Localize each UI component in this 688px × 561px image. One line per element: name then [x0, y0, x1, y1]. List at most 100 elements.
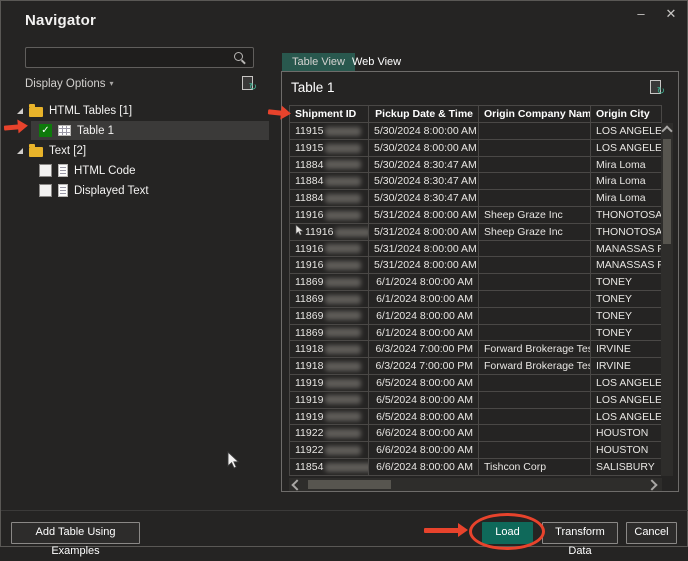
- table-cell: 6/3/2024 7:00:00 PM: [369, 341, 479, 358]
- table-row: 118696/1/2024 8:00:00 AMTONEY: [289, 308, 662, 325]
- table-row: 119226/6/2024 8:00:00 AM HOUSTON: [289, 425, 662, 442]
- table-cell: IRVINE: [591, 358, 662, 375]
- table-cell: 11869: [289, 325, 369, 342]
- table-cell: 5/30/2024 8:00:00 AM: [369, 140, 479, 157]
- add-table-using-examples-button[interactable]: Add Table Using Examples: [11, 522, 140, 544]
- table-cell: THONOTOSAS: [591, 224, 662, 241]
- search-icon[interactable]: [234, 52, 243, 61]
- table-cell: Mira Loma: [591, 190, 662, 207]
- folder-icon: [29, 147, 43, 157]
- tree-item-html-code[interactable]: HTML Code: [39, 161, 136, 180]
- document-icon: [58, 184, 68, 197]
- vertical-scroll-thumb[interactable]: [663, 139, 671, 244]
- redacted-blur: [325, 345, 361, 354]
- table-cell: Forward Brokerage Test: [479, 341, 591, 358]
- column-header: Pickup Date & Time: [369, 105, 479, 123]
- table-cell: [479, 425, 591, 442]
- table-cell: [479, 157, 591, 174]
- preview-title: Table 1: [291, 80, 335, 95]
- annotation-arrow-shipment-id: [268, 109, 282, 115]
- redacted-blur: [325, 311, 361, 320]
- table-cell: HOUSTON: [591, 425, 662, 442]
- refresh-preview-icon[interactable]: ↻: [649, 80, 664, 100]
- table-cell: 11919: [289, 409, 369, 426]
- table-row: 118696/1/2024 8:00:00 AM TONEY: [289, 325, 662, 342]
- redacted-blur: [325, 244, 361, 253]
- redacted-blur: [325, 144, 361, 153]
- table-cell: 6/1/2024 8:00:00 AM: [369, 325, 479, 342]
- table-cell: 11915: [289, 140, 369, 157]
- table-cell: 5/31/2024 8:00:00 AM: [369, 224, 479, 241]
- expand-triangle-icon[interactable]: [17, 108, 23, 114]
- mouse-cursor-icon: [227, 451, 241, 470]
- table-cell: LOS ANGELES: [591, 123, 662, 140]
- table-cell: 6/5/2024 8:00:00 AM: [369, 392, 479, 409]
- horizontal-scroll-thumb[interactable]: [308, 480, 391, 489]
- table-cell: [479, 442, 591, 459]
- checkbox-unchecked-icon[interactable]: [39, 184, 52, 197]
- table-cell: TONEY: [591, 274, 662, 291]
- redacted-blur: [325, 261, 361, 270]
- table-cell: 11915: [289, 123, 369, 140]
- redacted-blur: [325, 127, 361, 136]
- table-row: 119165/31/2024 8:00:00 AMSheep Graze Inc…: [289, 207, 662, 224]
- table-cell: 5/31/2024 8:00:00 AM: [369, 241, 479, 258]
- search-box[interactable]: [25, 47, 254, 68]
- table-cell: TONEY: [591, 325, 662, 342]
- table-cell: 5/30/2024 8:00:00 AM: [369, 123, 479, 140]
- navigator-dialog: { "window": { "title": "Navigator", "min…: [0, 0, 688, 547]
- table-cell: 11922: [289, 425, 369, 442]
- table-icon: [58, 125, 71, 136]
- table-cell: 5/30/2024 8:30:47 AM: [369, 190, 479, 207]
- tree-item-displayed-text[interactable]: Displayed Text: [39, 181, 149, 200]
- table-cell: Sheep Graze Inc: [479, 207, 591, 224]
- scroll-right-icon[interactable]: [646, 479, 657, 490]
- checkbox-unchecked-icon[interactable]: [39, 164, 52, 177]
- pointer-cursor-icon: [295, 224, 304, 241]
- table-cell: 5/30/2024 8:30:47 AM: [369, 173, 479, 190]
- tree-group-label: Text [2]: [49, 145, 86, 157]
- column-header: Origin Company Name: [479, 105, 591, 123]
- table-cell: 11918: [289, 358, 369, 375]
- table-row: 119196/5/2024 8:00:00 AMLOS ANGELES: [289, 375, 662, 392]
- expand-triangle-icon[interactable]: [17, 148, 23, 154]
- display-options-dropdown[interactable]: Display Options▾: [25, 78, 114, 90]
- table-cell: 11916: [289, 241, 369, 258]
- table-cell: 6/6/2024 8:00:00 AM: [369, 425, 479, 442]
- table-cell: TONEY: [591, 308, 662, 325]
- table-cell: 11854: [289, 459, 369, 476]
- tab-web-view[interactable]: Web View: [342, 53, 411, 72]
- table-cell: 11922: [289, 442, 369, 459]
- table-cell: TONEY: [591, 291, 662, 308]
- table-cell: 11884: [289, 157, 369, 174]
- table-cell: 6/3/2024 7:00:00 PM: [369, 358, 479, 375]
- tree-item-table-1[interactable]: ✓ Table 1: [31, 121, 269, 140]
- refresh-icon[interactable]: ↻: [241, 76, 256, 96]
- transform-data-button[interactable]: Transform Data: [542, 522, 618, 544]
- table-cell: 6/5/2024 8:00:00 AM: [369, 409, 479, 426]
- table-row: 119165/31/2024 8:00:00 AMMANASSAS PA: [289, 241, 662, 258]
- table-cell: [479, 241, 591, 258]
- table-cell: MANASSAS PA: [591, 257, 662, 274]
- cancel-button[interactable]: Cancel: [626, 522, 677, 544]
- table-row: 118845/30/2024 8:30:47 AMMira Loma: [289, 190, 662, 207]
- search-input[interactable]: [30, 49, 229, 68]
- redacted-blur: [325, 446, 361, 455]
- redacted-blur: [325, 412, 361, 421]
- minimize-button[interactable]: –: [629, 5, 653, 23]
- checkbox-checked-icon[interactable]: ✓: [39, 124, 52, 137]
- scroll-up-icon[interactable]: [661, 125, 672, 136]
- table-cell: 5/30/2024 8:30:47 AM: [369, 157, 479, 174]
- table-row: 119165/31/2024 8:00:00 AMSheep Graze Inc…: [289, 224, 662, 241]
- redacted-blur: [325, 160, 361, 169]
- close-button[interactable]: ✕: [659, 5, 683, 23]
- table-cell: Mira Loma: [591, 173, 662, 190]
- tree-group-text[interactable]: Text [2]: [17, 141, 86, 160]
- redacted-blur: [325, 278, 361, 287]
- scroll-left-icon[interactable]: [291, 479, 302, 490]
- column-header: Origin City: [591, 105, 662, 123]
- vertical-scrollbar[interactable]: [661, 123, 673, 476]
- table-cell: 6/6/2024 8:00:00 AM: [369, 459, 479, 476]
- tree-group-html-tables[interactable]: HTML Tables [1]: [17, 101, 132, 120]
- horizontal-scrollbar[interactable]: [289, 478, 662, 491]
